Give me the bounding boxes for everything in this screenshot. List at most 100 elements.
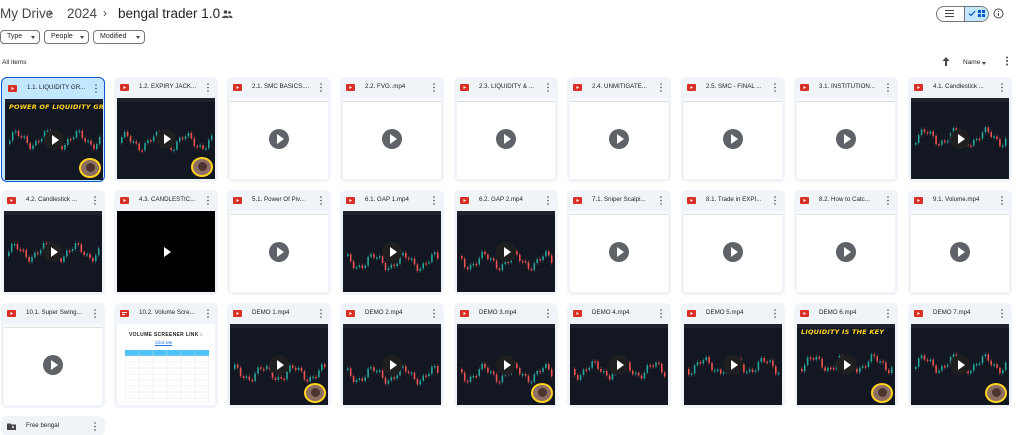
play-icon[interactable] xyxy=(723,242,743,262)
more-vert-icon[interactable] xyxy=(206,83,210,92)
file-card[interactable]: 1.2. EXPIRY JACK... xyxy=(114,77,218,182)
more-vert-icon[interactable] xyxy=(773,309,777,318)
play-icon[interactable] xyxy=(269,355,289,375)
more-vert-icon[interactable] xyxy=(546,196,550,205)
play-icon[interactable] xyxy=(496,242,516,262)
file-card[interactable]: DEMO 7.mp4 xyxy=(908,303,1012,408)
file-thumbnail[interactable] xyxy=(457,98,555,179)
file-thumbnail[interactable] xyxy=(684,324,782,405)
file-thumbnail[interactable] xyxy=(4,211,102,292)
file-thumbnail[interactable] xyxy=(230,211,328,292)
file-thumbnail[interactable] xyxy=(230,324,328,405)
more-vert-icon[interactable] xyxy=(659,309,663,318)
file-thumbnail[interactable] xyxy=(570,211,668,292)
folder-card[interactable]: Free bengal xyxy=(1,416,105,435)
file-card[interactable]: DEMO 2.mp4 xyxy=(340,303,444,408)
more-vert-icon[interactable] xyxy=(319,83,323,92)
file-card[interactable]: DEMO 6.mp4 LIQUIDITY IS THE KEY xyxy=(794,303,898,408)
more-vert-icon[interactable] xyxy=(206,309,210,318)
file-thumbnail[interactable] xyxy=(684,98,782,179)
play-icon[interactable] xyxy=(609,129,629,149)
more-vert-icon[interactable] xyxy=(319,196,323,205)
play-icon[interactable] xyxy=(44,130,64,150)
more-vert-icon[interactable] xyxy=(886,83,890,92)
list-view-button[interactable] xyxy=(937,7,964,21)
play-icon[interactable] xyxy=(43,242,63,262)
play-icon[interactable] xyxy=(950,242,970,262)
file-thumbnail[interactable] xyxy=(797,98,895,179)
play-icon[interactable] xyxy=(836,355,856,375)
grid-view-button[interactable] xyxy=(964,7,988,21)
more-vert-icon[interactable] xyxy=(93,309,97,318)
more-vert-icon[interactable] xyxy=(93,422,97,431)
more-vert-icon[interactable] xyxy=(659,83,663,92)
play-icon[interactable] xyxy=(496,355,516,375)
file-card[interactable]: DEMO 5.mp4 xyxy=(681,303,785,408)
file-card[interactable]: 6.1. GAP 1.mp4 xyxy=(340,190,444,295)
play-icon[interactable] xyxy=(609,355,629,375)
more-vert-icon[interactable] xyxy=(1000,83,1004,92)
file-thumbnail[interactable] xyxy=(684,211,782,292)
file-thumbnail[interactable] xyxy=(570,324,668,405)
file-thumbnail[interactable] xyxy=(343,211,441,292)
filter-modified-chip[interactable]: Modified xyxy=(93,30,145,44)
play-icon[interactable] xyxy=(382,242,402,262)
file-thumbnail[interactable] xyxy=(457,324,555,405)
file-card[interactable]: 4.2. Candlestick ... xyxy=(1,190,105,295)
file-thumbnail[interactable] xyxy=(797,211,895,292)
file-card[interactable]: 3.1. INSTITUTION... xyxy=(794,77,898,182)
file-thumbnail[interactable] xyxy=(4,324,102,405)
more-vert-icon[interactable] xyxy=(773,83,777,92)
more-vert-icon[interactable] xyxy=(546,309,550,318)
more-vert-icon[interactable] xyxy=(659,196,663,205)
play-icon[interactable] xyxy=(836,129,856,149)
play-icon[interactable] xyxy=(43,355,63,375)
play-icon[interactable] xyxy=(836,242,856,262)
file-card[interactable]: 10.1. Super Swing... xyxy=(1,303,105,408)
info-icon[interactable] xyxy=(993,8,1004,19)
more-vert-icon[interactable] xyxy=(773,196,777,205)
file-thumbnail[interactable] xyxy=(911,98,1009,179)
more-vert-icon[interactable] xyxy=(1002,56,1012,66)
play-icon[interactable] xyxy=(269,242,289,262)
file-thumbnail[interactable] xyxy=(570,98,668,179)
play-icon[interactable] xyxy=(496,129,516,149)
file-card[interactable]: 4.1. Candlestick ... xyxy=(908,77,1012,182)
play-icon[interactable] xyxy=(382,355,402,375)
more-vert-icon[interactable] xyxy=(319,309,323,318)
file-card[interactable]: 4.3. CANDLESTIC... xyxy=(114,190,218,295)
file-card[interactable]: 5.1. Power Of Piv... xyxy=(227,190,331,295)
more-vert-icon[interactable] xyxy=(1000,309,1004,318)
filter-people-chip[interactable]: People xyxy=(44,30,89,44)
more-vert-icon[interactable] xyxy=(432,309,436,318)
more-vert-icon[interactable] xyxy=(94,84,98,93)
more-vert-icon[interactable] xyxy=(93,196,97,205)
file-card[interactable]: 2.5. SMC - FINAL ... xyxy=(681,77,785,182)
more-vert-icon[interactable] xyxy=(546,83,550,92)
file-card[interactable]: 2.3. LIQUIDITY & ... xyxy=(454,77,558,182)
play-icon[interactable] xyxy=(723,355,743,375)
file-card[interactable]: 10.2. Volume Scre... VOLUME SCREENER LINK… xyxy=(114,303,218,408)
play-icon[interactable] xyxy=(156,242,176,262)
sort-by-button[interactable]: Name xyxy=(963,59,980,66)
file-card[interactable]: 1.1. LIQUIDITY GR... POWER OF LIQUIDITY G… xyxy=(1,77,105,182)
play-icon[interactable] xyxy=(723,129,743,149)
file-card[interactable]: 9.1. Volume.mp4 xyxy=(908,190,1012,295)
file-thumbnail[interactable] xyxy=(343,98,441,179)
file-card[interactable]: 7.1. Sniper Scalpi... xyxy=(567,190,671,295)
file-card[interactable]: DEMO 4.mp4 xyxy=(567,303,671,408)
file-card[interactable]: DEMO 3.mp4 xyxy=(454,303,558,408)
file-thumbnail[interactable]: VOLUME SCREENER LINK : Click Me xyxy=(117,324,215,405)
sort-direction-arrow-icon[interactable] xyxy=(942,57,950,66)
breadcrumb-current-folder[interactable]: bengal trader 1.0 xyxy=(118,6,220,21)
file-card[interactable]: 8.1. Trade in EXPI... xyxy=(681,190,785,295)
file-thumbnail[interactable] xyxy=(457,211,555,292)
file-thumbnail[interactable] xyxy=(230,98,328,179)
file-thumbnail[interactable] xyxy=(911,211,1009,292)
file-card[interactable]: 2.1. SMC BASICS.... xyxy=(227,77,331,182)
file-thumbnail[interactable] xyxy=(117,98,215,179)
file-card[interactable]: 2.2. FVG..mp4 xyxy=(340,77,444,182)
play-icon[interactable] xyxy=(269,129,289,149)
file-card[interactable]: 8.2. How to Catc... xyxy=(794,190,898,295)
file-thumbnail[interactable]: POWER OF LIQUIDITY GRAB xyxy=(5,99,103,180)
